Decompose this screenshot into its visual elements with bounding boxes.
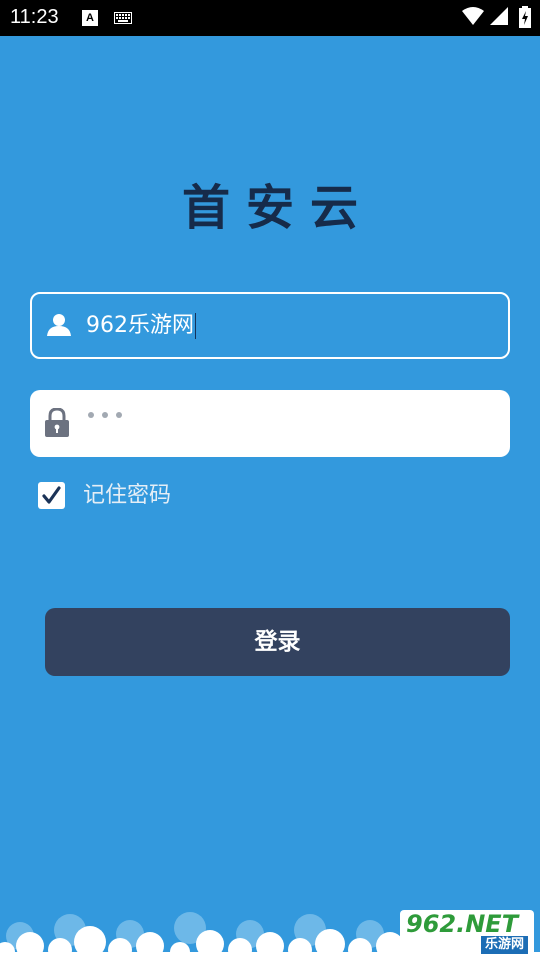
username-input[interactable]: 962乐游网	[86, 311, 196, 341]
wifi-icon	[462, 7, 484, 25]
remember-checkbox[interactable]	[38, 482, 65, 509]
remember-label: 记住密码	[83, 483, 172, 508]
status-bar: 11:23 A	[0, 0, 540, 36]
watermark-bottom-text: 乐游网	[480, 936, 528, 954]
password-dot	[102, 412, 108, 418]
watermark-logo: 962.NET 乐游网	[400, 910, 534, 956]
keyboard-icon	[114, 12, 132, 24]
password-dot	[116, 412, 122, 418]
user-icon	[47, 314, 71, 336]
username-field[interactable]: 962乐游网	[30, 292, 510, 359]
password-dot	[88, 412, 94, 418]
password-field[interactable]	[30, 390, 510, 457]
username-value: 962乐游网	[86, 313, 194, 338]
app-title: 首安云	[181, 180, 374, 236]
watermark-top-text: 962.NET	[406, 910, 519, 938]
password-mask[interactable]	[88, 412, 122, 418]
login-button[interactable]: 登录	[45, 608, 510, 676]
status-time: 11:23	[10, 6, 59, 28]
notification-a-icon: A	[82, 10, 98, 26]
text-caret	[195, 313, 196, 339]
checkmark-icon	[42, 486, 61, 504]
signal-icon	[490, 7, 508, 25]
lock-icon	[45, 408, 69, 437]
battery-icon	[519, 6, 531, 28]
